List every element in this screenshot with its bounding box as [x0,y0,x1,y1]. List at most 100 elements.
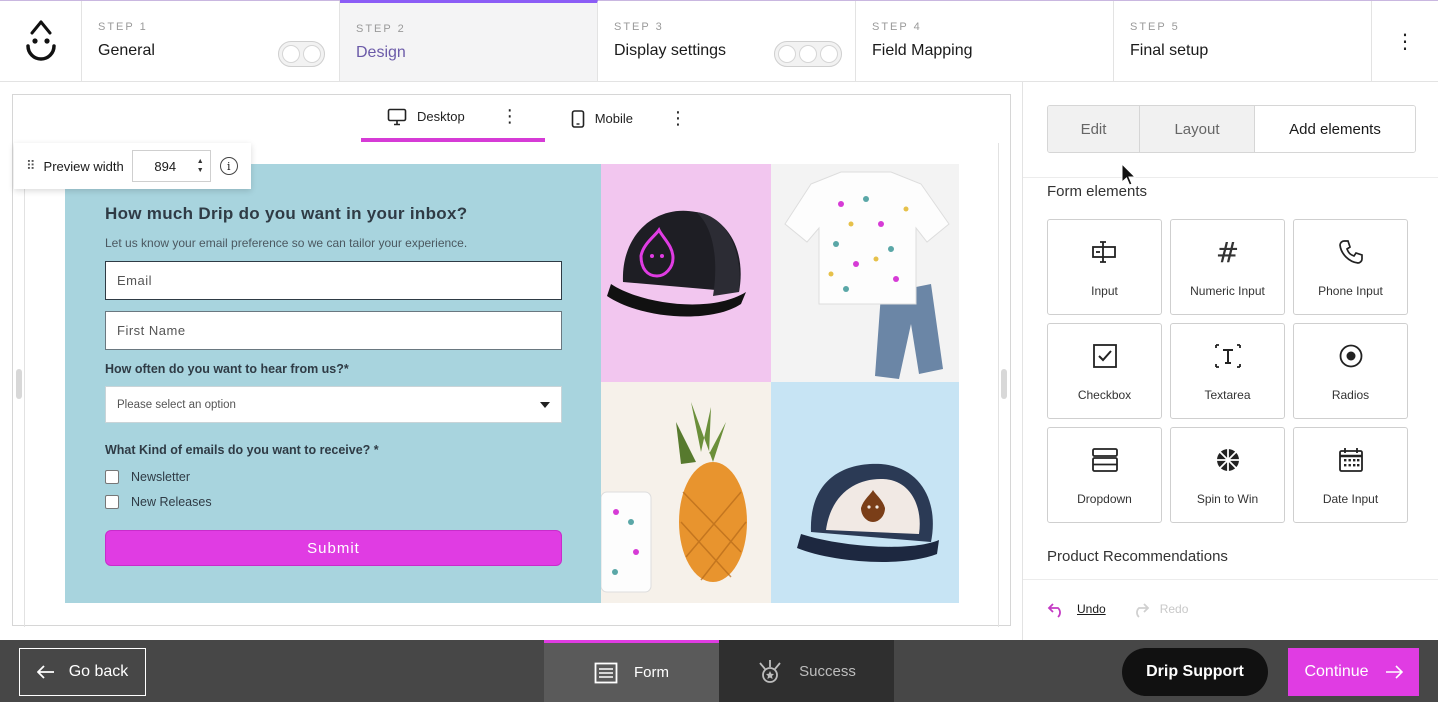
first-name-field[interactable]: First Name [105,311,562,350]
mobile-options-icon[interactable]: ⋮ [669,108,687,129]
tab-success[interactable]: Success [719,640,894,702]
desktop-icon [387,108,407,125]
form-title: How much Drip do you want in your inbox? [105,204,468,223]
drip-logo[interactable] [0,1,82,82]
product-recommendations-heading[interactable]: Product Recommendations [1047,548,1228,565]
tab-mobile[interactable]: Mobile ⋮ [545,95,713,142]
step-number: STEP 3 [614,21,664,33]
tab-desktop[interactable]: Desktop ⋮ [361,95,545,142]
dropdown-icon [1091,444,1119,476]
form-state-tabs: Form Success [544,640,894,702]
email-field[interactable]: Email [105,261,562,300]
pineapple-mug-image [601,382,771,603]
option-label: New Releases [131,495,212,509]
step-field-mapping[interactable]: STEP 4 Field Mapping [856,1,1114,82]
frequency-select[interactable]: Please select an option [105,386,562,423]
drip-support-button[interactable]: Drip Support [1122,648,1268,696]
step-general[interactable]: STEP 1 General [82,1,340,82]
radio-icon [1338,340,1364,372]
resize-handle-right[interactable] [1001,369,1007,399]
step-display-settings[interactable]: STEP 3 Display settings [598,1,856,82]
element-label: Date Input [1322,492,1379,506]
stepper-arrows-icon[interactable]: ▲ ▼ [197,157,204,175]
preview-width-input[interactable]: 894 ▲ ▼ [131,150,211,182]
continue-button[interactable]: Continue [1288,648,1419,696]
tab-desktop-label: Desktop [417,109,465,124]
step-design[interactable]: STEP 2 Design [340,0,598,81]
redo-button[interactable]: Redo [1160,602,1189,616]
checkbox-icon[interactable] [105,495,119,509]
arrow-right-icon [1385,665,1403,679]
go-back-button[interactable]: Go back [19,648,146,696]
element-label: Checkbox [1077,388,1132,402]
form-icon [594,662,618,683]
arrow-left-icon [36,665,54,679]
tab-layout[interactable]: Layout [1140,106,1255,152]
email-types-question: What Kind of emails do you want to recei… [105,443,379,457]
info-icon[interactable]: i [219,157,238,175]
resize-handle-left[interactable] [16,369,22,399]
element-label: Dropdown [1077,492,1132,506]
undo-icon [1047,603,1061,618]
steps-bar: STEP 1 General STEP 2 Design STEP 3 Disp… [0,0,1438,82]
step-number: STEP 5 [1130,21,1180,33]
element-date-input[interactable]: Date Input [1293,427,1408,523]
element-input[interactable]: Input [1047,219,1162,315]
checkbox-icon[interactable] [105,470,119,484]
submit-button[interactable]: Submit [105,530,562,566]
mobile-icon [571,109,585,128]
drip-logo-icon [25,20,56,61]
design-canvas: Desktop ⋮ Mobile ⋮ ⠿ Preview width 894 ▲… [12,94,1011,627]
panel-tabs: Edit Layout Add elements [1047,105,1416,153]
caret-down-icon [540,401,550,408]
element-spin-to-win[interactable]: Spin to Win [1170,427,1285,523]
drag-handle-icon[interactable]: ⠿ [26,158,35,174]
input-icon [1091,236,1119,268]
element-textarea[interactable]: Textarea [1170,323,1285,419]
step-final-setup[interactable]: STEP 5 Final setup [1114,1,1372,82]
divider [1023,579,1438,580]
element-checkbox[interactable]: Checkbox [1047,323,1162,419]
redo-icon [1135,603,1149,618]
product-image-grid [601,164,959,603]
form-subtitle: Let us know your email preference so we … [105,236,468,250]
tab-form[interactable]: Form [544,640,719,702]
step-number: STEP 2 [356,23,406,35]
continue-label: Continue [1304,663,1369,680]
step-status-dots [774,41,842,67]
form-content: How much Drip do you want in your inbox?… [65,164,601,603]
tab-edit[interactable]: Edit [1048,106,1140,152]
element-radios[interactable]: Radios [1293,323,1408,419]
element-phone-input[interactable]: Phone Input [1293,219,1408,315]
element-dropdown[interactable]: Dropdown [1047,427,1162,523]
checkbox-icon [1092,340,1118,372]
step-number: STEP 4 [872,21,922,33]
device-tabs: Desktop ⋮ Mobile ⋮ [361,95,713,143]
history-controls: Undo Redo [1047,600,1188,618]
form-preview[interactable]: How much Drip do you want in your inbox?… [65,164,959,603]
properties-panel: Edit Layout Add elements Form elements I… [1022,82,1438,640]
option-newsletter[interactable]: Newsletter [105,470,561,484]
step-label: Final setup [1130,42,1209,59]
element-numeric-input[interactable]: # Numeric Input [1170,219,1285,315]
desktop-options-icon[interactable]: ⋮ [501,106,519,127]
bottom-bar: Go back Form Success Drip Support Contin… [0,640,1438,702]
divider [1023,177,1438,178]
select-placeholder: Please select an option [117,398,236,411]
cap-image [601,164,771,382]
option-new-releases[interactable]: New Releases [105,495,561,509]
form-elements-grid: Input # Numeric Input Phone Input Checkb… [1047,219,1408,523]
step-status-dots [278,41,325,67]
more-menu-icon[interactable]: ⋮ [1372,1,1438,81]
step-label: Field Mapping [872,42,973,59]
step-number: STEP 1 [98,21,148,33]
preview-width-value: 894 [154,158,177,174]
tab-add-elements[interactable]: Add elements [1255,106,1415,152]
preview-width-control: ⠿ Preview width 894 ▲ ▼ i [14,143,251,189]
undo-button[interactable]: Undo [1077,602,1106,616]
step-label: Design [356,44,406,61]
app: STEP 1 General STEP 2 Design STEP 3 Disp… [0,0,1438,702]
cap-image-2 [771,382,959,603]
mouse-cursor-icon [1121,163,1137,186]
tab-success-label: Success [799,662,856,680]
